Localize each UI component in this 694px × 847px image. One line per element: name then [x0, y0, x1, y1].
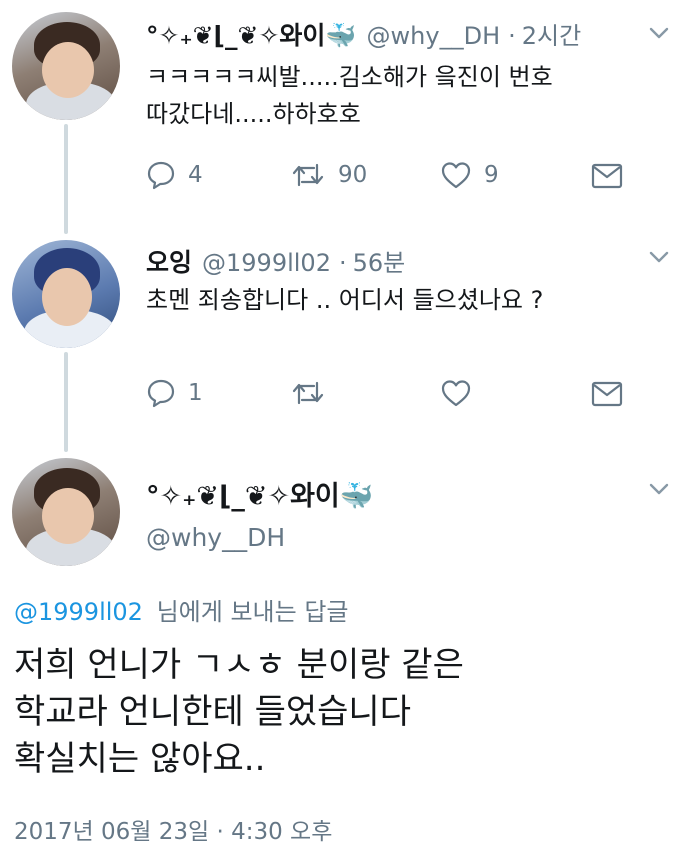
- display-name[interactable]: °✧₊❦⌊_❦✧와이🐳: [146, 474, 373, 513]
- avatar[interactable]: [12, 458, 120, 566]
- handle[interactable]: @why__DH: [146, 523, 285, 552]
- tweet-text: 저희 언니가 ㄱㅅㅎ 분이랑 같은 학교라 언니한테 들었습니다 확실치는 않아…: [14, 642, 674, 783]
- reply-count: 4: [188, 162, 203, 188]
- tweet-text: ㅋㅋㅋㅋㅋ씨발.....김소해가 읔진이 번호 따갔다네.....하하호호: [146, 59, 666, 133]
- avatar[interactable]: [12, 240, 120, 348]
- tweet-text: 초멘 죄송합니다 .. 어디서 들으셨나요 ?: [146, 282, 666, 319]
- replying-to-suffix: 님에게 보내는 답글: [156, 598, 349, 626]
- handle[interactable]: @1999ll02: [202, 249, 331, 277]
- message-icon[interactable]: [591, 163, 623, 189]
- tweet-header: °✧₊❦⌊_❦✧와이🐳 @why__DH · 2시간: [146, 16, 581, 52]
- like-button[interactable]: [440, 378, 472, 408]
- reply-icon: [147, 161, 175, 190]
- thread-line: [64, 124, 68, 234]
- chevron-down-icon[interactable]: [646, 244, 672, 270]
- tweet-text-line: 따갔다네.....하하호호: [146, 100, 361, 128]
- retweet-icon: [292, 381, 324, 405]
- chevron-down-icon[interactable]: [646, 20, 672, 46]
- tweet-timestamp[interactable]: 2017년 06월 23일 · 4:30 오후: [14, 812, 332, 846]
- retweet-count: 90: [338, 162, 368, 188]
- separator-dot: ·: [508, 22, 516, 50]
- chevron-down-icon[interactable]: [646, 476, 672, 502]
- tweet-text-line: ㅋㅋㅋㅋㅋ씨발.....김소해가 읔진이 번호: [146, 63, 553, 91]
- heart-icon: [441, 162, 471, 189]
- replying-to-link[interactable]: @1999ll02: [14, 598, 143, 626]
- retweet-button[interactable]: [290, 378, 326, 408]
- tweet-text-line: 확실치는 않아요..: [14, 739, 266, 779]
- thread-line: [64, 352, 68, 452]
- timestamp[interactable]: 2시간: [522, 16, 581, 51]
- heart-icon: [441, 380, 471, 407]
- reply-count: 1: [188, 380, 203, 406]
- like-count: 9: [484, 162, 499, 188]
- handle[interactable]: @why__DH: [367, 22, 501, 50]
- tweet-header: 오잉 @1999ll02 · 56분: [146, 243, 405, 279]
- separator-dot: ·: [338, 249, 347, 277]
- avatar[interactable]: [12, 12, 120, 120]
- display-name[interactable]: °✧₊❦⌊_❦✧와이🐳: [146, 16, 357, 52]
- timestamp[interactable]: 56분: [353, 243, 406, 278]
- tweet-text-line: 학교라 언니한테 들었습니다: [14, 692, 411, 732]
- message-icon[interactable]: [591, 381, 623, 407]
- display-name[interactable]: 오잉: [146, 243, 192, 279]
- retweet-button[interactable]: 90: [290, 160, 367, 190]
- tweet-text-line: 초멘 죄송합니다 .. 어디서 들으셨나요 ?: [146, 286, 544, 314]
- like-button[interactable]: 9: [440, 160, 499, 190]
- retweet-icon: [292, 163, 324, 187]
- reply-button[interactable]: 1: [146, 378, 203, 408]
- tweet-text-line: 저희 언니가 ㄱㅅㅎ 분이랑 같은: [14, 645, 464, 685]
- replying-to: @1999ll02 님에게 보내는 답글: [14, 592, 349, 627]
- reply-button[interactable]: 4: [146, 160, 203, 190]
- reply-icon: [147, 379, 175, 408]
